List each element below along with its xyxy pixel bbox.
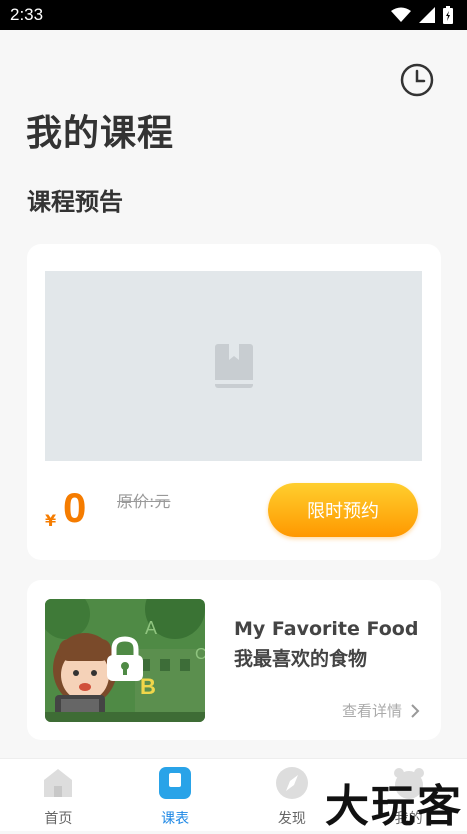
svg-text:C: C bbox=[195, 646, 205, 663]
clock-icon bbox=[400, 63, 434, 97]
chevron-right-icon bbox=[411, 703, 420, 718]
course-cover-image: A C B bbox=[45, 599, 205, 722]
signal-icon bbox=[419, 7, 435, 23]
view-details-link[interactable]: 查看详情 bbox=[342, 700, 420, 721]
lock-icon bbox=[107, 636, 143, 681]
view-details-label: 查看详情 bbox=[342, 702, 403, 720]
schedule-icon bbox=[158, 766, 192, 800]
status-bar: 2:33 bbox=[0, 0, 467, 30]
section-title: 课程预告 bbox=[27, 188, 123, 216]
reserve-button[interactable]: 限时预约 bbox=[268, 483, 418, 537]
original-price: 原价:元 bbox=[117, 492, 171, 511]
tab-discover-label: 发现 bbox=[277, 811, 306, 827]
tab-schedule[interactable]: 课表 bbox=[117, 759, 234, 831]
compass-icon bbox=[275, 766, 309, 800]
battery-icon bbox=[443, 6, 453, 24]
watermark-logo: 大玩客 bbox=[325, 781, 463, 832]
status-icons bbox=[391, 6, 453, 24]
currency-symbol: ¥ bbox=[45, 511, 57, 530]
home-icon bbox=[41, 766, 75, 800]
tab-home-label: 首页 bbox=[44, 811, 73, 827]
status-time: 2:33 bbox=[10, 5, 44, 24]
book-icon bbox=[214, 344, 253, 388]
history-clock-button[interactable] bbox=[399, 62, 435, 98]
wifi-icon bbox=[391, 7, 411, 22]
tab-home[interactable]: 首页 bbox=[0, 759, 117, 831]
page-title: 我的课程 bbox=[26, 113, 175, 154]
course-thumbnail-placeholder bbox=[45, 271, 422, 461]
course-card[interactable]: A C B My Favorite Food 我最喜欢的食物 查看详情 bbox=[27, 580, 441, 740]
price-value: 0 bbox=[63, 484, 87, 531]
price-row: ¥ 0 原价:元 限时预约 bbox=[45, 483, 425, 544]
course-title: My Favorite Food 我最喜欢的食物 bbox=[234, 618, 419, 670]
course-preview-card[interactable]: ¥ 0 原价:元 限时预约 bbox=[27, 244, 441, 560]
tab-schedule-label: 课表 bbox=[161, 811, 190, 827]
